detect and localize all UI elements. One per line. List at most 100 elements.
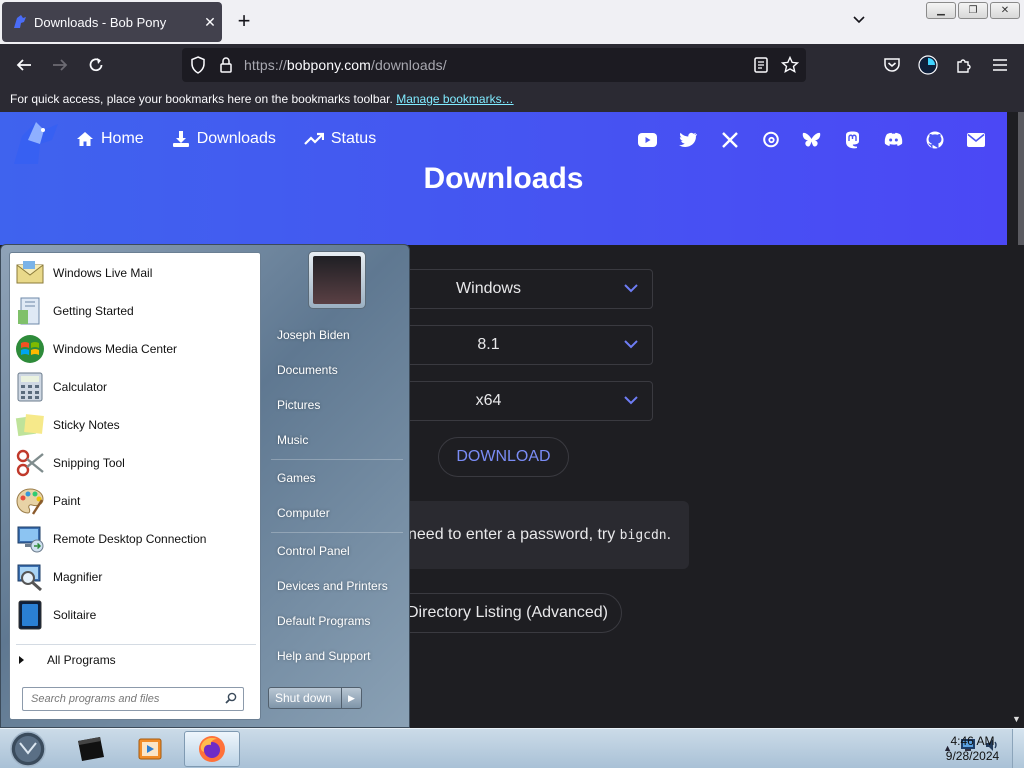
page-scrollbar[interactable]: ▼: [1007, 112, 1024, 730]
program-label: Calculator: [53, 380, 108, 394]
user-folder-link[interactable]: Joseph Biden: [277, 328, 350, 342]
page-title: Downloads: [423, 162, 584, 195]
extensions-icon[interactable]: [954, 55, 974, 75]
program-solitaire[interactable]: Solitaire: [14, 597, 258, 633]
program-label: Windows Media Center: [53, 342, 178, 356]
music-link[interactable]: Music: [277, 433, 308, 447]
manage-bookmarks-link[interactable]: Manage bookmarks…: [396, 92, 513, 106]
search-placeholder: Search programs and files: [31, 693, 160, 705]
right-pane-separator: [271, 532, 403, 533]
new-tab-button[interactable]: +: [232, 10, 256, 34]
solitaire-icon: [14, 599, 46, 631]
bobpony-logo-icon[interactable]: [10, 116, 66, 166]
shutdown-options-arrow-icon[interactable]: ▶: [341, 688, 361, 708]
program-remote-desktop-connection[interactable]: Remote Desktop Connection: [14, 521, 258, 557]
sticky-notes-icon: [14, 409, 46, 441]
threads-icon[interactable]: [761, 130, 780, 149]
back-arrow-icon[interactable]: [14, 55, 34, 75]
triangle-right-icon: [19, 656, 24, 664]
site-navigation: Home Downloads Status: [76, 130, 376, 148]
right-pane-separator: [271, 459, 403, 460]
documents-link[interactable]: Documents: [277, 363, 338, 377]
program-calculator[interactable]: Calculator: [14, 369, 258, 405]
youtube-icon[interactable]: [638, 130, 657, 149]
mastodon-icon[interactable]: [843, 130, 862, 149]
forward-arrow-icon[interactable]: [50, 55, 70, 75]
media-player-icon: [138, 738, 162, 760]
list-all-tabs-icon[interactable]: [852, 12, 876, 32]
devices-and-printers-link[interactable]: Devices and Printers: [277, 579, 388, 593]
download-button[interactable]: DOWNLOAD: [438, 437, 569, 477]
remote-desktop-icon: [14, 523, 46, 555]
menu-hamburger-icon[interactable]: [990, 55, 1010, 75]
default-programs-link[interactable]: Default Programs: [277, 614, 370, 628]
nav-home-link[interactable]: Home: [76, 130, 144, 148]
lock-icon[interactable]: [216, 55, 236, 75]
program-label: Solitaire: [53, 608, 97, 622]
nav-downloads-link[interactable]: Downloads: [172, 130, 276, 148]
social-links: [638, 130, 985, 149]
minimize-button[interactable]: ▁: [926, 2, 956, 19]
games-link[interactable]: Games: [277, 471, 316, 485]
control-panel-link[interactable]: Control Panel: [277, 544, 350, 558]
show-desktop-button[interactable]: [1012, 729, 1024, 768]
scrollbar-thumb[interactable]: [1018, 112, 1024, 245]
user-picture[interactable]: [308, 251, 366, 309]
taskbar-clock[interactable]: 4:46 AM 9/28/2024: [935, 734, 1010, 764]
bookmark-star-icon[interactable]: [780, 55, 800, 75]
scroll-down-arrow-icon[interactable]: ▼: [1012, 714, 1021, 724]
program-paint[interactable]: Paint: [14, 483, 258, 519]
clock-time: 4:46 AM: [950, 734, 995, 748]
program-magnifier[interactable]: Magnifier: [14, 559, 258, 595]
twitter-icon[interactable]: [679, 130, 698, 149]
shield-icon[interactable]: [188, 55, 208, 75]
browser-tab-downloads[interactable]: Downloads - Bob Pony ✕: [2, 2, 222, 42]
start-orb-button[interactable]: [6, 729, 50, 768]
pocket-icon[interactable]: [882, 55, 902, 75]
nav-status-link[interactable]: Status: [304, 130, 376, 148]
bobpony-favicon-icon: [12, 14, 28, 30]
program-label: Paint: [53, 494, 81, 508]
close-window-button[interactable]: ✕: [990, 2, 1020, 19]
taskbar-app-firefox[interactable]: [184, 731, 240, 767]
site-header: Home Downloads Status Downloads: [0, 112, 1007, 245]
scissors-icon: [14, 447, 46, 479]
github-icon[interactable]: [925, 130, 944, 149]
all-programs-button[interactable]: All Programs: [18, 653, 116, 667]
url-text[interactable]: https://bobpony.com/downloads/: [244, 57, 447, 73]
user-picture-image: [313, 256, 361, 304]
close-tab-icon[interactable]: ✕: [198, 14, 222, 31]
start-menu-programs-pane: Windows Live Mail Getting Started Window…: [9, 252, 261, 720]
magnifier-icon: [14, 561, 46, 593]
restore-button[interactable]: ❐: [958, 2, 988, 19]
taskbar-app-terminal[interactable]: [62, 731, 118, 767]
search-programs-input[interactable]: Search programs and files: [22, 687, 244, 711]
reload-icon[interactable]: [86, 55, 106, 75]
trending-up-icon: [304, 132, 324, 145]
calculator-icon: [14, 371, 46, 403]
program-label: Magnifier: [53, 570, 103, 584]
program-getting-started[interactable]: Getting Started: [14, 293, 258, 329]
x-icon[interactable]: [720, 130, 739, 149]
help-and-support-link[interactable]: Help and Support: [277, 649, 370, 663]
taskbar-app-media-player[interactable]: [122, 731, 178, 767]
chevron-down-icon: [624, 270, 638, 308]
discord-icon[interactable]: [884, 130, 903, 149]
program-label: Remote Desktop Connection: [53, 532, 207, 546]
reader-view-icon[interactable]: [751, 55, 771, 75]
getting-started-icon: [14, 295, 46, 327]
program-sticky-notes[interactable]: Sticky Notes: [14, 407, 258, 443]
bluesky-icon[interactable]: [802, 130, 821, 149]
search-icon[interactable]: [225, 692, 237, 707]
program-windows-media-center[interactable]: Windows Media Center: [14, 331, 258, 367]
shutdown-button[interactable]: Shut down ▶: [268, 687, 362, 709]
mail-icon[interactable]: [966, 130, 985, 149]
program-windows-live-mail[interactable]: Windows Live Mail: [14, 255, 258, 291]
computer-link[interactable]: Computer: [277, 506, 330, 520]
program-snipping-tool[interactable]: Snipping Tool: [14, 445, 258, 481]
account-icon[interactable]: [918, 55, 938, 75]
password-code: bigcdn: [619, 528, 667, 543]
os-select-value: Windows: [456, 280, 521, 297]
pictures-link[interactable]: Pictures: [277, 398, 320, 412]
address-bar[interactable]: https://bobpony.com/downloads/: [182, 48, 806, 82]
